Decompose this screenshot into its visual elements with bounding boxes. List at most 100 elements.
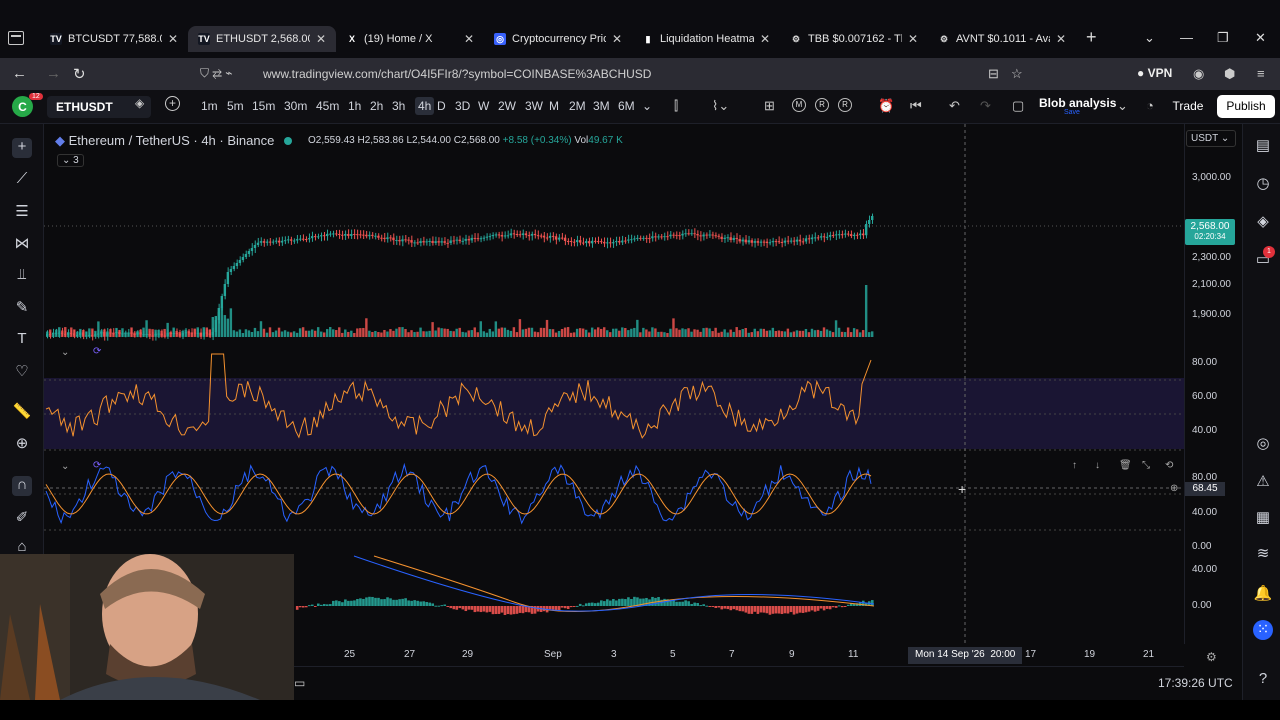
fib-tool-icon[interactable]: ☰: [12, 202, 32, 222]
close-tab-icon[interactable]: ✕: [1056, 32, 1066, 46]
magnet-icon[interactable]: ∩: [12, 476, 32, 496]
vpn-badge[interactable]: ● VPN: [1137, 66, 1172, 80]
timeframe-3M[interactable]: 3M: [593, 99, 610, 113]
redo-icon[interactable]: ↷: [980, 98, 991, 114]
target-icon[interactable]: ◎: [1253, 434, 1273, 454]
watchlist-icon[interactable]: ▤: [1253, 136, 1273, 156]
help-icon[interactable]: ?: [1253, 670, 1273, 690]
notification-bell-icon[interactable]: 🔔: [1253, 584, 1273, 604]
layout-box-icon[interactable]: ▢: [1012, 98, 1024, 114]
lock-drawings-icon[interactable]: ✐: [12, 508, 32, 528]
axis-settings-icon[interactable]: ⚙: [1206, 650, 1217, 664]
indicators-icon[interactable]: ⌇⌄: [712, 98, 729, 114]
timeframe-2W[interactable]: 2W: [498, 99, 516, 113]
timeframe-2h[interactable]: 2h: [370, 99, 383, 113]
layout-grid-icon[interactable]: ⊞: [764, 98, 775, 114]
maximize-pane-icon[interactable]: ⤡: [1142, 460, 1150, 471]
browser-tab[interactable]: TV BTCUSDT 77,588.01 ▲ ✕: [40, 26, 188, 52]
reload-icon[interactable]: ↻: [73, 65, 86, 83]
collapse-pane-icon-2[interactable]: ⌄: [61, 461, 69, 472]
timeframe-2M[interactable]: 2M: [569, 99, 586, 113]
delete-pane-icon[interactable]: 🗑: [1119, 460, 1132, 471]
utc-clock[interactable]: 17:39:26 UTC: [1158, 676, 1233, 690]
timeframe-dropdown-icon[interactable]: ⌄: [642, 99, 652, 113]
pattern-tool-icon[interactable]: ⋈: [12, 234, 32, 254]
browser-tab[interactable]: ▮ Liquidation Heatmap,B ✕: [632, 26, 780, 52]
replay-r-button[interactable]: R: [815, 98, 829, 112]
timeframe-3W[interactable]: 3W: [525, 99, 543, 113]
minimize-icon[interactable]: —: [1180, 30, 1193, 45]
layout-dropdown-icon[interactable]: ⌄: [1117, 98, 1128, 114]
pine-icon[interactable]: ⚠: [1253, 472, 1273, 492]
maximize-icon[interactable]: ❐: [1217, 30, 1229, 46]
brush-tool-icon[interactable]: ✎: [12, 298, 32, 318]
screenshot-icon[interactable]: ⊟: [988, 66, 999, 82]
tab-search-icon[interactable]: ⌄: [1144, 30, 1155, 46]
timeframe-45m[interactable]: 45m: [316, 99, 339, 113]
layers-icon[interactable]: ◈: [1253, 212, 1273, 232]
trade-button[interactable]: Trade: [1168, 95, 1208, 117]
move-pane-up-icon[interactable]: ↑: [1072, 460, 1077, 471]
close-window-icon[interactable]: ✕: [1255, 30, 1266, 46]
layout-name[interactable]: Blob analysis: [1039, 96, 1116, 110]
trendline-tool-icon[interactable]: ⟋: [12, 170, 32, 190]
timeframe-5m[interactable]: 5m: [227, 99, 244, 113]
new-tab-button[interactable]: +: [1086, 27, 1097, 48]
crosshair-plus-icon[interactable]: ⊕: [1170, 483, 1178, 494]
timeframe-1h[interactable]: 1h: [348, 99, 361, 113]
compare-symbol-icon[interactable]: ◈: [135, 96, 144, 110]
browser-tab[interactable]: ◎ Cryptocurrency Prices, ✕: [484, 26, 632, 52]
replay-m-button[interactable]: M: [792, 98, 806, 112]
undo-icon[interactable]: ↶: [949, 98, 960, 114]
browser-tab[interactable]: ⚙ TBB $0.007162 - The B ✕: [780, 26, 928, 52]
timeframe-3D[interactable]: 3D: [455, 99, 470, 113]
currency-select[interactable]: USDT ⌄: [1186, 130, 1236, 147]
candles-style-icon[interactable]: ⫿: [674, 98, 678, 114]
ruler-icon[interactable]: 📏: [12, 402, 32, 422]
collapse-pane-icon[interactable]: ⌄: [61, 347, 69, 358]
window-menu-icon[interactable]: [8, 31, 24, 45]
chart-legend[interactable]: ◆ Ethereum / TetherUS · 4h · Binance: [55, 133, 300, 149]
pane-sync-icon-2[interactable]: ⟳: [93, 460, 101, 471]
favorites-icon[interactable]: ♡: [12, 362, 32, 382]
alerts-clock-icon[interactable]: ◷: [1253, 174, 1273, 194]
apps-icon[interactable]: ⁙: [1253, 620, 1273, 640]
crosshair-tool-icon[interactable]: +: [12, 138, 32, 158]
browser-menu-icon[interactable]: ≡: [1257, 66, 1265, 81]
extensions-icon[interactable]: ⬢: [1224, 66, 1235, 82]
close-tab-icon[interactable]: ✕: [168, 32, 178, 46]
calendar-icon[interactable]: ▦: [1253, 508, 1273, 528]
timeframe-15m[interactable]: 15m: [252, 99, 275, 113]
close-tab-icon[interactable]: ✕: [760, 32, 770, 46]
timeframe-4h[interactable]: 4h: [415, 97, 435, 115]
forward-icon[interactable]: →: [46, 65, 61, 82]
text-tool-icon[interactable]: T: [12, 330, 32, 350]
timeframe-W[interactable]: W: [478, 99, 489, 113]
replay-icon[interactable]: ⏮: [910, 98, 922, 114]
browser-tab[interactable]: ⚙ AVNT $0.1011 - Avantı ✕: [928, 26, 1076, 52]
measure-tool-icon[interactable]: ⫫: [12, 266, 32, 286]
pane-settings-icon[interactable]: ⟲: [1165, 460, 1173, 471]
site-security-icon[interactable]: ⛉ ⇄ ⌁: [200, 66, 232, 81]
timeframe-6M[interactable]: 6M: [618, 99, 635, 113]
quick-search-icon[interactable]: ◔: [1146, 98, 1154, 113]
timeframe-3h[interactable]: 3h: [392, 99, 405, 113]
broadcast-icon[interactable]: ≋: [1253, 544, 1273, 564]
alert-icon[interactable]: ⏰: [878, 98, 894, 114]
close-tab-icon[interactable]: ✕: [612, 32, 622, 46]
close-tab-icon[interactable]: ✕: [908, 32, 918, 46]
back-icon[interactable]: ←: [12, 65, 27, 82]
timeframe-D[interactable]: D: [437, 99, 446, 113]
publish-button[interactable]: Publish: [1217, 95, 1275, 118]
timeframe-30m[interactable]: 30m: [284, 99, 307, 113]
browser-tab[interactable]: TV ETHUSDT 2,568.00 ▲ · ✕: [188, 26, 336, 52]
browser-tab[interactable]: X (19) Home / X ✕: [336, 26, 484, 52]
add-symbol-icon[interactable]: +: [165, 96, 180, 111]
timeframe-M[interactable]: M: [549, 99, 559, 113]
bookmark-star-icon[interactable]: ☆: [1011, 66, 1023, 82]
pane-sync-icon[interactable]: ⟳: [93, 346, 101, 357]
url-field[interactable]: www.tradingview.com/chart/O4I5FIr8/?symb…: [263, 67, 651, 81]
zoom-icon[interactable]: ⊕: [12, 434, 32, 454]
close-tab-icon[interactable]: ✕: [464, 32, 474, 46]
timeframe-1m[interactable]: 1m: [201, 99, 218, 113]
